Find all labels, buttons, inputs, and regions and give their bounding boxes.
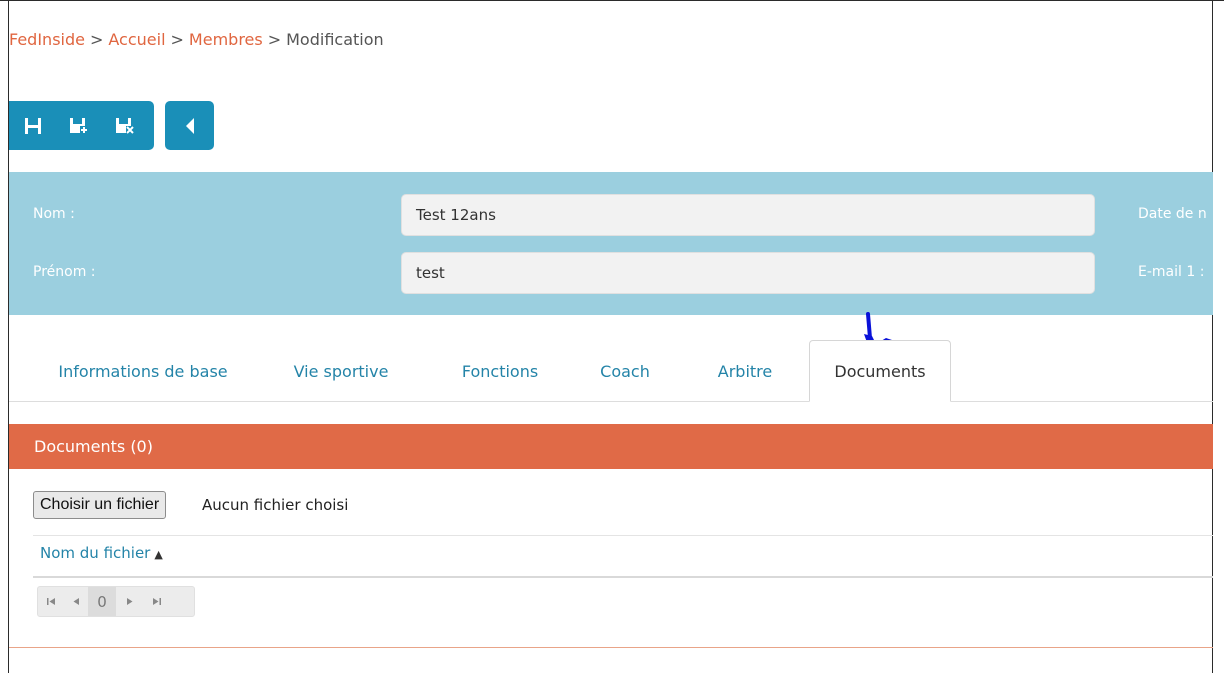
breadcrumb-accueil[interactable]: Accueil [108, 30, 165, 49]
back-arrow-icon [185, 117, 194, 134]
sort-ascending-icon: ▲ [154, 548, 163, 561]
save-and-close-button[interactable] [113, 114, 137, 138]
date-naissance-label: Date de n [1138, 206, 1207, 222]
column-header-label: Nom du fichier [40, 544, 151, 562]
back-button[interactable] [165, 101, 214, 150]
nom-label: Nom : [33, 206, 75, 222]
save-toolbar [9, 101, 154, 150]
prenom-field[interactable]: test [401, 252, 1095, 294]
save-new-icon [70, 117, 88, 134]
panel-bottom-border [9, 647, 1213, 648]
documents-panel-header: Documents (0) [9, 424, 1213, 469]
frame-border-top [0, 0, 1224, 1]
last-page-icon[interactable] [144, 587, 170, 616]
grid-divider [33, 535, 1213, 536]
member-info-band: Nom : Test 12ans Date de n Prénom : test… [9, 172, 1213, 315]
file-status-text: Aucun fichier choisi [202, 496, 349, 514]
choose-file-button[interactable]: Choisir un fichier [33, 491, 167, 519]
save-icon [25, 117, 41, 134]
prenom-label: Prénom : [33, 264, 96, 280]
first-page-icon[interactable] [38, 587, 64, 616]
email-label: E-mail 1 : [1138, 264, 1205, 280]
pager: 0 [37, 586, 195, 617]
tab-documents[interactable]: Documents [809, 340, 951, 402]
tab-coach[interactable]: Coach [585, 340, 665, 402]
breadcrumb: FedInside > Accueil > Membres > Modification [9, 30, 384, 49]
prev-page-icon[interactable] [64, 587, 88, 616]
save-close-icon [116, 117, 134, 134]
page-number: 0 [88, 587, 116, 616]
tab-fonctions[interactable]: Fonctions [440, 340, 560, 402]
save-button[interactable] [21, 114, 45, 138]
breadcrumb-current: Modification [286, 30, 384, 49]
breadcrumb-separator: > [89, 30, 104, 49]
frame-border-right [1212, 0, 1213, 673]
breadcrumb-root[interactable]: FedInside [9, 30, 85, 49]
tab-vie-sportive[interactable]: Vie sportive [280, 340, 402, 402]
breadcrumb-separator: > [267, 30, 282, 49]
nom-field[interactable]: Test 12ans [401, 194, 1095, 236]
breadcrumb-separator: > [170, 30, 184, 49]
save-and-new-button[interactable] [67, 114, 91, 138]
column-header-filename[interactable]: Nom du fichier ▲ [40, 544, 163, 562]
grid-header-divider [33, 576, 1213, 578]
tab-informations-de-base[interactable]: Informations de base [40, 340, 246, 402]
next-page-icon[interactable] [116, 587, 144, 616]
tab-arbitre[interactable]: Arbitre [695, 340, 795, 402]
breadcrumb-membres[interactable]: Membres [189, 30, 263, 49]
